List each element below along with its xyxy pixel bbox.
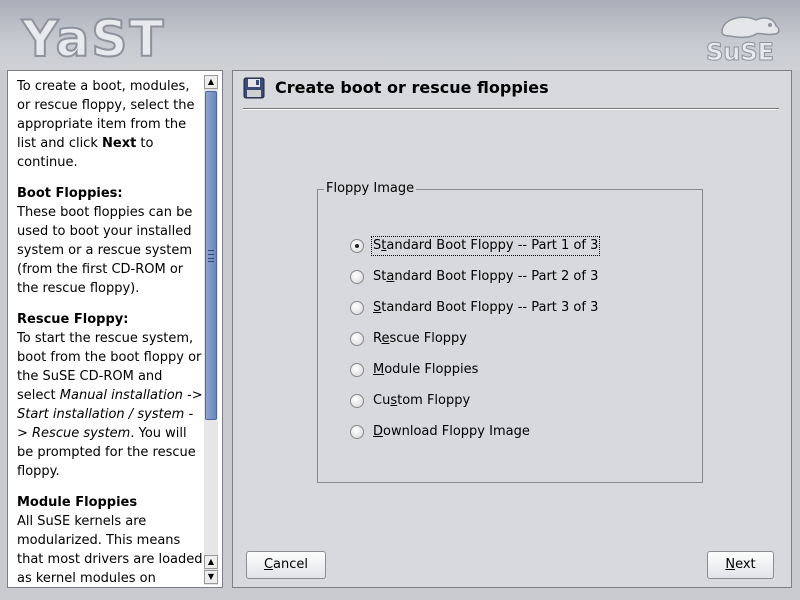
radio-option-label[interactable]: Standard Boot Floppy -- Part 3 of 3 (372, 299, 599, 317)
floppy-disk-icon (243, 77, 265, 99)
radio-option-label[interactable]: Download Floppy Image (372, 423, 531, 441)
group-title: Floppy Image (324, 181, 417, 196)
help-module-section: Module Floppies All SuSE kernels are modu… (17, 495, 203, 585)
header-banner: YaST SuSE (0, 0, 800, 70)
scrollbar-thumb[interactable] (205, 91, 217, 420)
scroll-up-arrow-icon[interactable]: ▲ (204, 555, 218, 569)
floppy-image-group: Floppy Image Standard Boot Floppy -- Par… (317, 181, 703, 483)
help-text: To create a boot, modules, or rescue flo… (17, 77, 204, 585)
radio-option-label[interactable]: Rescue Floppy (372, 330, 468, 348)
radio-button[interactable] (350, 301, 364, 315)
page-title: Create boot or rescue floppies (275, 78, 549, 97)
radio-button[interactable] (350, 425, 364, 439)
help-panel: To create a boot, modules, or rescue flo… (7, 70, 223, 588)
radio-button[interactable] (350, 394, 364, 408)
grip-icon (208, 250, 214, 262)
svg-text:YaST: YaST (21, 10, 165, 64)
scroll-up-arrow-icon[interactable]: ▲ (204, 75, 218, 89)
help-rescue-section: Rescue Floppy: To start the rescue system… (17, 312, 203, 479)
radio-button[interactable] (350, 270, 364, 284)
help-boot-section: Boot Floppies: These boot floppies can be… (17, 184, 204, 298)
help-module-heading: Module Floppies (17, 495, 138, 510)
next-button[interactable]: Next (707, 551, 774, 579)
radio-button[interactable] (350, 363, 364, 377)
help-intro: To create a boot, modules, or rescue flo… (17, 79, 195, 170)
help-scrollbar[interactable]: ▲ ▲ ▼ (204, 75, 218, 585)
main-panel: Create boot or rescue floppies Floppy Im… (232, 70, 792, 588)
radio-option-label[interactable]: Standard Boot Floppy -- Part 1 of 3 (370, 236, 601, 256)
radio-button[interactable] (350, 332, 364, 346)
suse-logo: SuSE (706, 16, 780, 64)
svg-text:SuSE: SuSE (706, 38, 774, 64)
scroll-down-arrow-icon[interactable]: ▼ (204, 570, 218, 584)
cancel-button[interactable]: Cancel (246, 551, 326, 579)
help-rescue-heading: Rescue Floppy: (17, 312, 129, 327)
radio-button-checked[interactable] (350, 239, 364, 253)
radio-option-label[interactable]: Standard Boot Floppy -- Part 2 of 3 (372, 268, 599, 286)
title-divider (243, 108, 779, 110)
help-boot-heading: Boot Floppies: (17, 186, 123, 201)
radio-option-label[interactable]: Custom Floppy (372, 392, 471, 410)
title-bar: Create boot or rescue floppies (243, 77, 779, 109)
yast-logo: YaST (20, 9, 165, 64)
radio-option-label[interactable]: Module Floppies (372, 361, 479, 379)
